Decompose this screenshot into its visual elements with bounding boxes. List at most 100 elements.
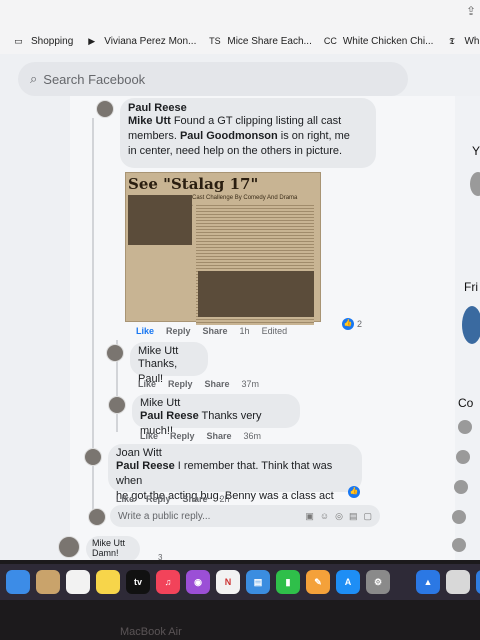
camera-icon[interactable]: ◎ <box>335 511 343 522</box>
device-label: MacBook Air <box>120 626 182 638</box>
reaction-count[interactable]: 2 <box>357 319 362 329</box>
comment-author[interactable]: Mike Utt <box>92 538 134 548</box>
finder-icon[interactable] <box>6 570 30 594</box>
podcasts-icon[interactable]: ◉ <box>186 570 210 594</box>
reaction-count[interactable]: 3 <box>158 553 162 560</box>
reminders-icon[interactable] <box>66 570 90 594</box>
clipping-photo <box>198 271 314 317</box>
contacts-icon[interactable] <box>36 570 60 594</box>
contact-avatar[interactable] <box>458 420 472 434</box>
avatar[interactable] <box>84 448 102 466</box>
avatar[interactable] <box>96 100 114 118</box>
keynote-icon[interactable]: ▤ <box>246 570 270 594</box>
share-button[interactable]: Share <box>203 326 228 336</box>
reply-button[interactable]: Reply <box>146 494 171 504</box>
news-icon[interactable]: N <box>216 570 240 594</box>
share-button[interactable]: Share <box>205 379 230 389</box>
folder-icon: ▭ <box>14 35 23 46</box>
macos-dock: tv♫◉N▤▮✎A⚙ ▲ ✓ <box>0 564 480 600</box>
reply-author[interactable]: Joan Witt <box>116 447 354 459</box>
emoji-icon[interactable]: ☺ <box>320 511 329 522</box>
testflight-icon[interactable]: ▲ <box>416 570 440 594</box>
share-button[interactable]: Share <box>207 431 232 441</box>
reply-author[interactable]: Mike Utt <box>138 345 200 357</box>
share-icon[interactable]: ⇪ <box>466 4 476 18</box>
timestamp[interactable]: 36m <box>244 431 262 441</box>
reply-bubble: Mike Utt Thanks, Paul! <box>130 342 208 385</box>
like-reaction-icon[interactable]: 👍 <box>348 486 360 498</box>
mention-link[interactable]: Paul Goodmonson <box>180 130 278 142</box>
comment-text-segment: Found a GT clipping listing all cast <box>170 115 342 127</box>
sidebar-heading: Y <box>472 144 480 158</box>
reply-button[interactable]: Reply <box>170 431 195 441</box>
reply-author[interactable]: Mike Utt <box>140 397 292 409</box>
like-reaction-icon[interactable]: 👍 <box>342 318 354 330</box>
gif-icon[interactable]: ▤ <box>349 511 358 522</box>
avatar[interactable] <box>462 306 480 344</box>
system-preferences-icon[interactable]: ⚙ <box>366 570 390 594</box>
sticker-icon[interactable]: ▢ <box>363 511 372 522</box>
like-button[interactable]: Like <box>136 326 154 336</box>
mention-link[interactable]: Mike Utt <box>128 115 171 127</box>
timestamp[interactable]: 2h <box>220 494 230 504</box>
timestamp[interactable]: 1h <box>240 326 250 336</box>
pages-icon[interactable]: ✎ <box>306 570 330 594</box>
music-icon[interactable]: ♫ <box>156 570 180 594</box>
reply-input[interactable]: Write a public reply... ▣ ☺ ◎ ▤ ▢ <box>110 505 380 527</box>
bookmark-item[interactable]: ▶ Viviana Perez Mon... <box>85 36 196 47</box>
comment-bubble: Paul Reese Mike Utt Found a GT clipping … <box>120 98 376 168</box>
newspaper-clipping-image[interactable]: See "Stalag 17" Tonight Cast Challenge B… <box>125 172 321 325</box>
search-input[interactable]: Search Facebook <box>43 72 145 87</box>
reply-bubble: Mike Utt Paul Reese Thanks very much!! <box>132 394 300 437</box>
avatar[interactable] <box>108 396 126 414</box>
bookmark-label: Mice Share Each... <box>227 35 312 47</box>
clipping-subhead: Cast Challenge By Comedy And Drama <box>192 195 298 201</box>
avatar[interactable] <box>106 344 124 362</box>
mention-link[interactable]: Paul Reese <box>116 460 175 472</box>
avatar[interactable] <box>470 172 480 196</box>
nyt-site-icon: 𝕿 <box>449 35 455 46</box>
reply-button[interactable]: Reply <box>166 326 191 336</box>
reply-actions: Like Reply Share 36m <box>140 431 261 441</box>
reply-button[interactable]: Reply <box>168 379 193 389</box>
avatar <box>88 508 106 526</box>
comment-bubble: Mike Utt Damn! <box>86 536 140 560</box>
reply-actions: Like Reply Share 2h <box>116 494 230 504</box>
screen: ⇪ ▭ Shopping ▶ Viviana Perez Mon... TS Mice S… <box>0 0 480 560</box>
like-button[interactable]: Like <box>116 494 134 504</box>
contact-avatar[interactable] <box>454 480 468 494</box>
like-button[interactable]: Like <box>138 379 156 389</box>
numbers-icon[interactable]: ▮ <box>276 570 300 594</box>
share-button[interactable]: Share <box>183 494 208 504</box>
apple-tv-icon[interactable]: tv <box>126 570 150 594</box>
task-icon[interactable]: ✓ <box>476 570 480 594</box>
comment-text-segment: is on right, me <box>277 130 350 142</box>
app-store-icon[interactable]: A <box>336 570 360 594</box>
mention-link[interactable]: Paul Reese <box>140 410 199 422</box>
contact-avatar[interactable] <box>452 538 466 552</box>
bookmark-label: Shopping <box>31 35 74 47</box>
like-button[interactable]: Like <box>140 431 158 441</box>
search-box[interactable]: ⌕ Search Facebook <box>18 62 408 96</box>
bookmark-item[interactable]: 𝕿 Wh <box>445 36 479 47</box>
bookmark-label: Viviana Perez Mon... <box>104 35 197 47</box>
clipping-photo <box>128 195 192 245</box>
bookmarks-bar: ▭ Shopping ▶ Viviana Perez Mon... TS Mice Sha… <box>0 28 480 54</box>
avatar-sticker-icon[interactable]: ▣ <box>305 511 314 522</box>
bookmark-item[interactable]: ▭ Shopping <box>12 36 73 47</box>
sidebar-heading: Fri <box>464 280 478 294</box>
contact-avatar[interactable] <box>452 510 466 524</box>
timestamp[interactable]: 37m <box>242 379 260 389</box>
bookmark-item[interactable]: TS Mice Share Each... <box>208 35 312 47</box>
comment-author[interactable]: Paul Reese <box>128 102 368 114</box>
printer-icon[interactable] <box>446 570 470 594</box>
reply-actions: Like Reply Share 37m <box>138 379 259 389</box>
reply-bubble: Joan Witt Paul Reese I remember that. Th… <box>108 444 362 502</box>
contact-avatar[interactable] <box>456 450 470 464</box>
notes-icon[interactable] <box>96 570 120 594</box>
cc-site-icon: CC <box>323 35 337 46</box>
avatar[interactable] <box>58 536 80 558</box>
bookmark-item[interactable]: CC White Chicken Chi... <box>324 36 434 47</box>
comment-actions: Like Reply Share 1h Edited <box>136 326 287 336</box>
